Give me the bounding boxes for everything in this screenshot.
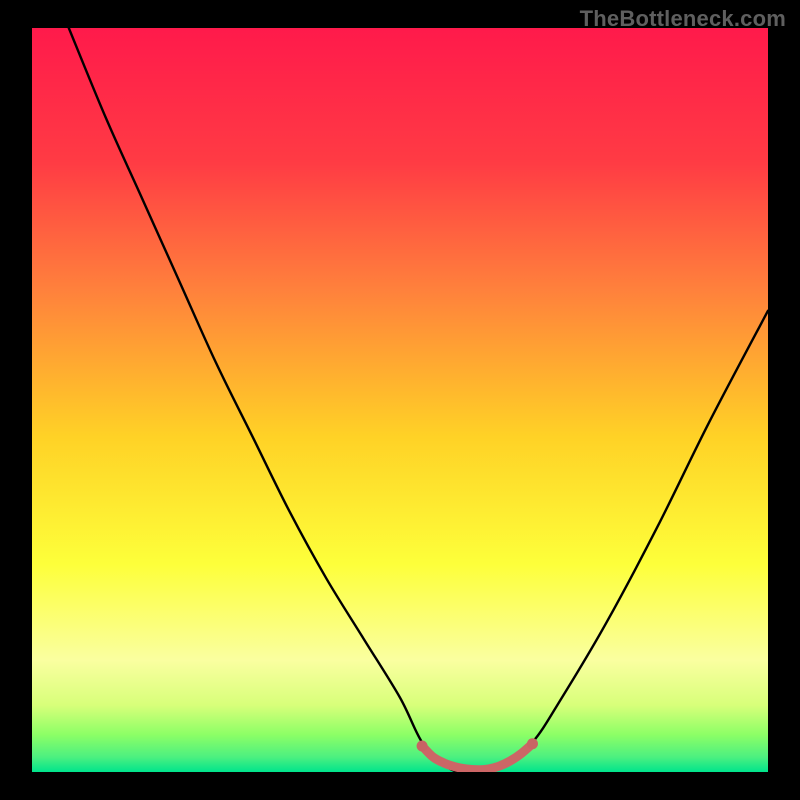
chart-curves xyxy=(32,28,768,772)
optimal-band-dot-start xyxy=(417,740,428,751)
watermark-label: TheBottleneck.com xyxy=(580,6,786,32)
optimal-band-dot-end xyxy=(527,738,538,749)
chart-frame: TheBottleneck.com xyxy=(0,0,800,800)
plot-area xyxy=(32,28,768,772)
optimal-band xyxy=(422,744,532,770)
bottleneck-curve xyxy=(69,28,768,772)
